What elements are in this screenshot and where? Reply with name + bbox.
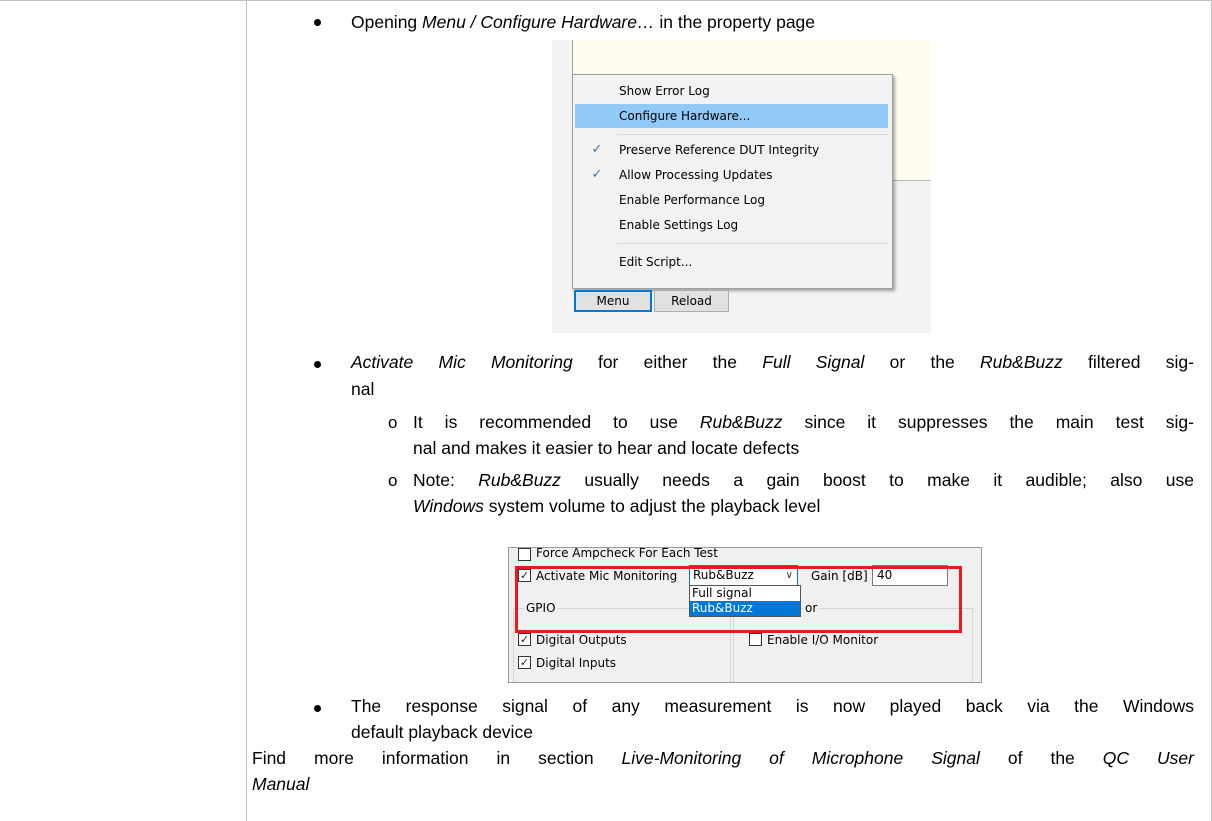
bullet-text-open-menu: Opening Menu / Configure Hardware… in th… [351,12,816,32]
checkmark-icon: ✓ [591,167,603,182]
sub-bullet-icon: o [388,471,398,490]
settings-screenshot: Force Ampcheck For Each Test ✓ Activate … [508,547,982,683]
menu-item-show-error-log[interactable]: Show Error Log [575,79,888,103]
menu-screenshot: Show Error Log Configure Hardware... ✓ Pr… [552,40,931,333]
highlight-box [515,566,962,633]
menu-button[interactable]: Menu [574,290,652,312]
force-ampcheck-checkbox[interactable] [518,548,531,561]
bullet-icon [314,361,321,368]
io-monitor-checkbox[interactable] [749,633,762,646]
sub-bullet-icon: o [388,413,398,432]
sub-bullet-text-note-cont: Windows system volume to adjust the play… [413,496,821,516]
reload-button[interactable]: Reload [654,290,729,312]
menu-separator [617,134,888,135]
menu-item-settings-log[interactable]: Enable Settings Log [575,213,888,237]
bullet-text-activate-cont: nal [351,379,375,399]
menu-item-preserve-reference[interactable]: ✓ Preserve Reference DUT Integrity [575,138,888,162]
menu-separator [617,243,888,244]
bullet-icon [314,19,321,26]
bullet-text-activate: Activate Mic Monitoring for either the F… [351,352,1194,372]
digital-inputs-checkbox[interactable]: ✓ [518,656,531,669]
table-border-top [0,0,1212,1]
footer-text-cont: Manual [252,774,310,794]
digital-outputs-checkbox[interactable]: ✓ [518,633,531,646]
io-monitor-label: Enable I/O Monitor [767,633,879,647]
menu-item-edit-script[interactable]: Edit Script... [575,250,888,274]
checkmark-icon: ✓ [591,142,603,157]
force-ampcheck-label: Force Ampcheck For Each Test [536,547,718,560]
menu-item-performance-log[interactable]: Enable Performance Log [575,188,888,212]
menu-item-allow-processing[interactable]: ✓ Allow Processing Updates [575,163,888,187]
digital-outputs-label: Digital Outputs [536,633,627,647]
bullet-icon [314,705,321,712]
footer-text: Find more information in section Live-Mo… [252,748,1194,768]
context-menu: Show Error Log Configure Hardware... ✓ Pr… [572,74,893,289]
table-divider [246,0,247,821]
bullet-text-response-cont: default playback device [351,722,533,742]
digital-inputs-label: Digital Inputs [536,656,617,670]
sub-bullet-text-recommend-cont: nal and makes it easier to hear and loca… [413,438,800,458]
menu-item-configure-hardware[interactable]: Configure Hardware... [575,104,888,128]
